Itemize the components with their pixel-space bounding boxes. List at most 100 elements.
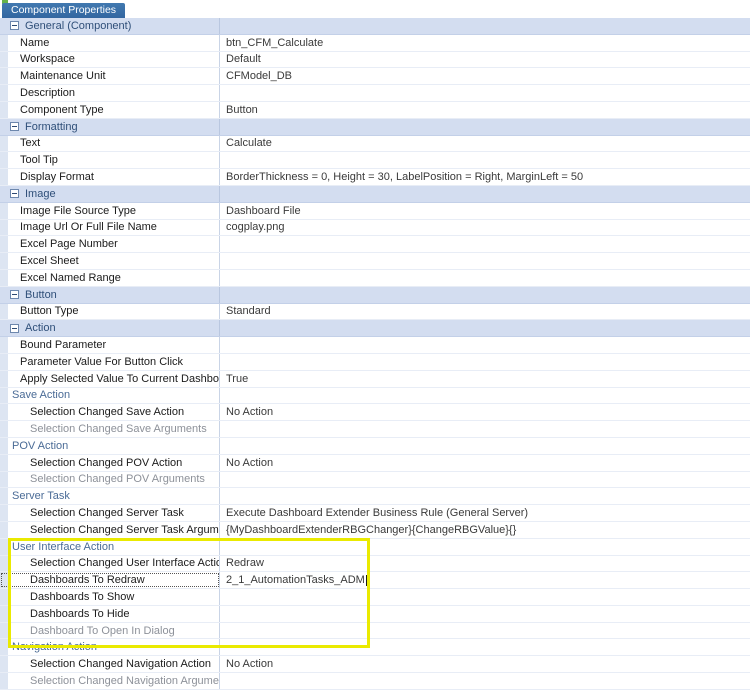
property-subgroup-header-row[interactable]: Navigation Action — [0, 639, 750, 657]
property-name-cell[interactable]: Dashboards To Hide — [0, 605, 220, 622]
property-value-cell[interactable]: True — [220, 371, 750, 387]
property-value-cell[interactable]: No Action — [220, 455, 750, 471]
property-value-cell[interactable]: 2_1_AutomationTasks_ADM — [220, 572, 750, 588]
property-row[interactable]: Dashboard To Open In Dialog — [0, 622, 750, 640]
property-group-header-row[interactable]: Action — [0, 320, 750, 338]
properties-grid[interactable]: General (Component) Name btn_CFM_Calculate… — [0, 18, 750, 690]
property-value-cell[interactable] — [220, 673, 750, 689]
property-row[interactable]: Dashboards To Redraw 2_1_AutomationTasks_… — [0, 572, 750, 590]
property-name-cell[interactable]: POV Action — [0, 437, 220, 454]
property-row[interactable]: Excel Page Number — [0, 236, 750, 254]
property-row[interactable]: Selection Changed Navigation Action No Ac… — [0, 656, 750, 674]
property-row[interactable]: Parameter Value For Button Click — [0, 353, 750, 371]
property-name-cell[interactable]: Text — [0, 135, 220, 152]
property-row[interactable]: Selection Changed User Interface Action R… — [0, 555, 750, 573]
property-value-cell[interactable] — [220, 388, 750, 404]
collapse-minus-icon[interactable] — [10, 290, 19, 300]
property-group-header-row[interactable]: Button — [0, 286, 750, 304]
property-name-cell[interactable]: Selection Changed Save Arguments — [0, 421, 220, 437]
property-value-cell[interactable] — [220, 270, 750, 286]
property-subgroup-header-row[interactable]: POV Action — [0, 437, 750, 455]
property-value-cell[interactable]: Redraw — [220, 556, 750, 572]
property-value-cell[interactable] — [220, 337, 750, 353]
property-value-cell[interactable]: No Action — [220, 656, 750, 672]
property-name-cell[interactable]: Component Type — [0, 101, 220, 118]
property-value-cell[interactable] — [220, 488, 750, 504]
property-value-cell[interactable]: Execute Dashboard Extender Business Rule… — [220, 505, 750, 521]
property-value-cell[interactable] — [220, 185, 750, 202]
property-name-cell[interactable]: Dashboards To Show — [0, 589, 220, 605]
property-name-cell[interactable]: Selection Changed POV Action — [0, 454, 220, 471]
property-group-header-row[interactable]: General (Component) — [0, 18, 750, 35]
tab-component-properties[interactable]: Component Properties — [2, 3, 126, 18]
property-value-cell[interactable] — [220, 253, 750, 269]
property-value-cell[interactable]: CFModel_DB — [220, 68, 750, 84]
property-name-cell[interactable]: Selection Changed POV Arguments — [0, 471, 220, 488]
property-row[interactable]: Image File Source Type Dashboard File — [0, 202, 750, 220]
property-subgroup-header-row[interactable]: Save Action — [0, 387, 750, 405]
property-value-cell[interactable] — [220, 236, 750, 252]
property-name-cell[interactable]: Selection Changed Save Action — [0, 404, 220, 421]
property-row[interactable]: Apply Selected Value To Current Dashboar… — [0, 370, 750, 388]
property-row[interactable]: Tool Tip — [0, 152, 750, 170]
property-name-cell[interactable]: General (Component) — [0, 18, 220, 34]
property-value-cell[interactable] — [220, 286, 750, 303]
property-value-cell[interactable]: {MyDashboardExtenderRBGChanger}{ChangeRB… — [220, 522, 750, 538]
property-value-cell[interactable]: Button — [220, 102, 750, 118]
property-value-cell[interactable] — [220, 539, 750, 555]
property-name-cell[interactable]: Button — [0, 286, 220, 303]
property-name-cell[interactable]: Description — [0, 85, 220, 101]
property-row[interactable]: Selection Changed POV Action No Action — [0, 454, 750, 472]
collapse-minus-icon[interactable] — [10, 323, 19, 333]
property-name-cell[interactable]: Formatting — [0, 118, 220, 135]
property-name-cell[interactable]: Apply Selected Value To Current Dashboar… — [0, 370, 220, 387]
property-row[interactable]: Selection Changed POV Arguments — [0, 471, 750, 489]
property-group-header-row[interactable]: Formatting — [0, 118, 750, 136]
property-name-cell[interactable]: Selection Changed Navigation Arguments — [0, 673, 220, 689]
property-value-cell[interactable] — [220, 421, 750, 437]
property-name-cell[interactable]: Maintenance Unit — [0, 68, 220, 85]
property-value-cell[interactable] — [220, 18, 750, 34]
property-row[interactable]: Maintenance Unit CFModel_DB — [0, 68, 750, 86]
property-name-cell[interactable]: Dashboard To Open In Dialog — [0, 622, 220, 639]
collapse-minus-icon[interactable] — [10, 189, 19, 199]
property-row[interactable]: Name btn_CFM_Calculate — [0, 34, 750, 52]
property-row[interactable]: Selection Changed Server Task Execute Das… — [0, 505, 750, 522]
property-value-cell[interactable]: Standard — [220, 304, 750, 320]
collapse-minus-icon[interactable] — [10, 21, 19, 31]
property-row[interactable]: Button Type Standard — [0, 303, 750, 321]
property-name-cell[interactable]: Selection Changed Server Task — [0, 505, 220, 521]
property-row[interactable]: Excel Sheet — [0, 253, 750, 270]
property-value-cell[interactable] — [220, 354, 750, 370]
property-value-cell[interactable] — [220, 438, 750, 454]
property-value-cell[interactable]: btn_CFM_Calculate — [220, 35, 750, 51]
property-name-cell[interactable]: Image Url Or Full File Name — [0, 219, 220, 236]
property-name-cell[interactable]: Excel Page Number — [0, 236, 220, 253]
property-name-cell[interactable]: User Interface Action — [0, 538, 220, 555]
property-value-cell[interactable]: BorderThickness = 0, Height = 30, LabelP… — [220, 169, 750, 185]
property-name-cell[interactable]: Save Action — [0, 387, 220, 404]
property-row[interactable]: Selection Changed Server Task Arguments {… — [0, 521, 750, 539]
property-name-cell[interactable]: Name — [0, 34, 220, 51]
property-value-cell[interactable] — [220, 118, 750, 135]
property-name-cell[interactable]: Tool Tip — [0, 152, 220, 169]
property-row[interactable]: Image Url Or Full File Name cogplay.png — [0, 219, 750, 237]
property-value-cell[interactable] — [220, 472, 750, 488]
property-row[interactable]: Selection Changed Save Action No Action — [0, 404, 750, 422]
property-name-cell[interactable]: Action — [0, 320, 220, 337]
property-row[interactable]: Text Calculate — [0, 135, 750, 153]
property-row[interactable]: Dashboards To Show — [0, 589, 750, 606]
property-value-cell[interactable]: cogplay.png — [220, 220, 750, 236]
property-name-cell[interactable]: Button Type — [0, 303, 220, 320]
collapse-minus-icon[interactable] — [10, 122, 19, 132]
property-subgroup-header-row[interactable]: User Interface Action — [0, 538, 750, 556]
property-subgroup-header-row[interactable]: Server Task — [0, 488, 750, 506]
property-value-cell[interactable] — [220, 589, 750, 605]
property-name-cell[interactable]: Workspace — [0, 51, 220, 68]
property-name-cell[interactable]: Image File Source Type — [0, 202, 220, 219]
property-name-cell[interactable]: Excel Sheet — [0, 253, 220, 269]
property-row[interactable]: Excel Named Range — [0, 269, 750, 287]
property-value-cell[interactable]: Calculate — [220, 136, 750, 152]
property-value-cell[interactable] — [220, 606, 750, 622]
property-value-cell[interactable]: Default — [220, 52, 750, 68]
